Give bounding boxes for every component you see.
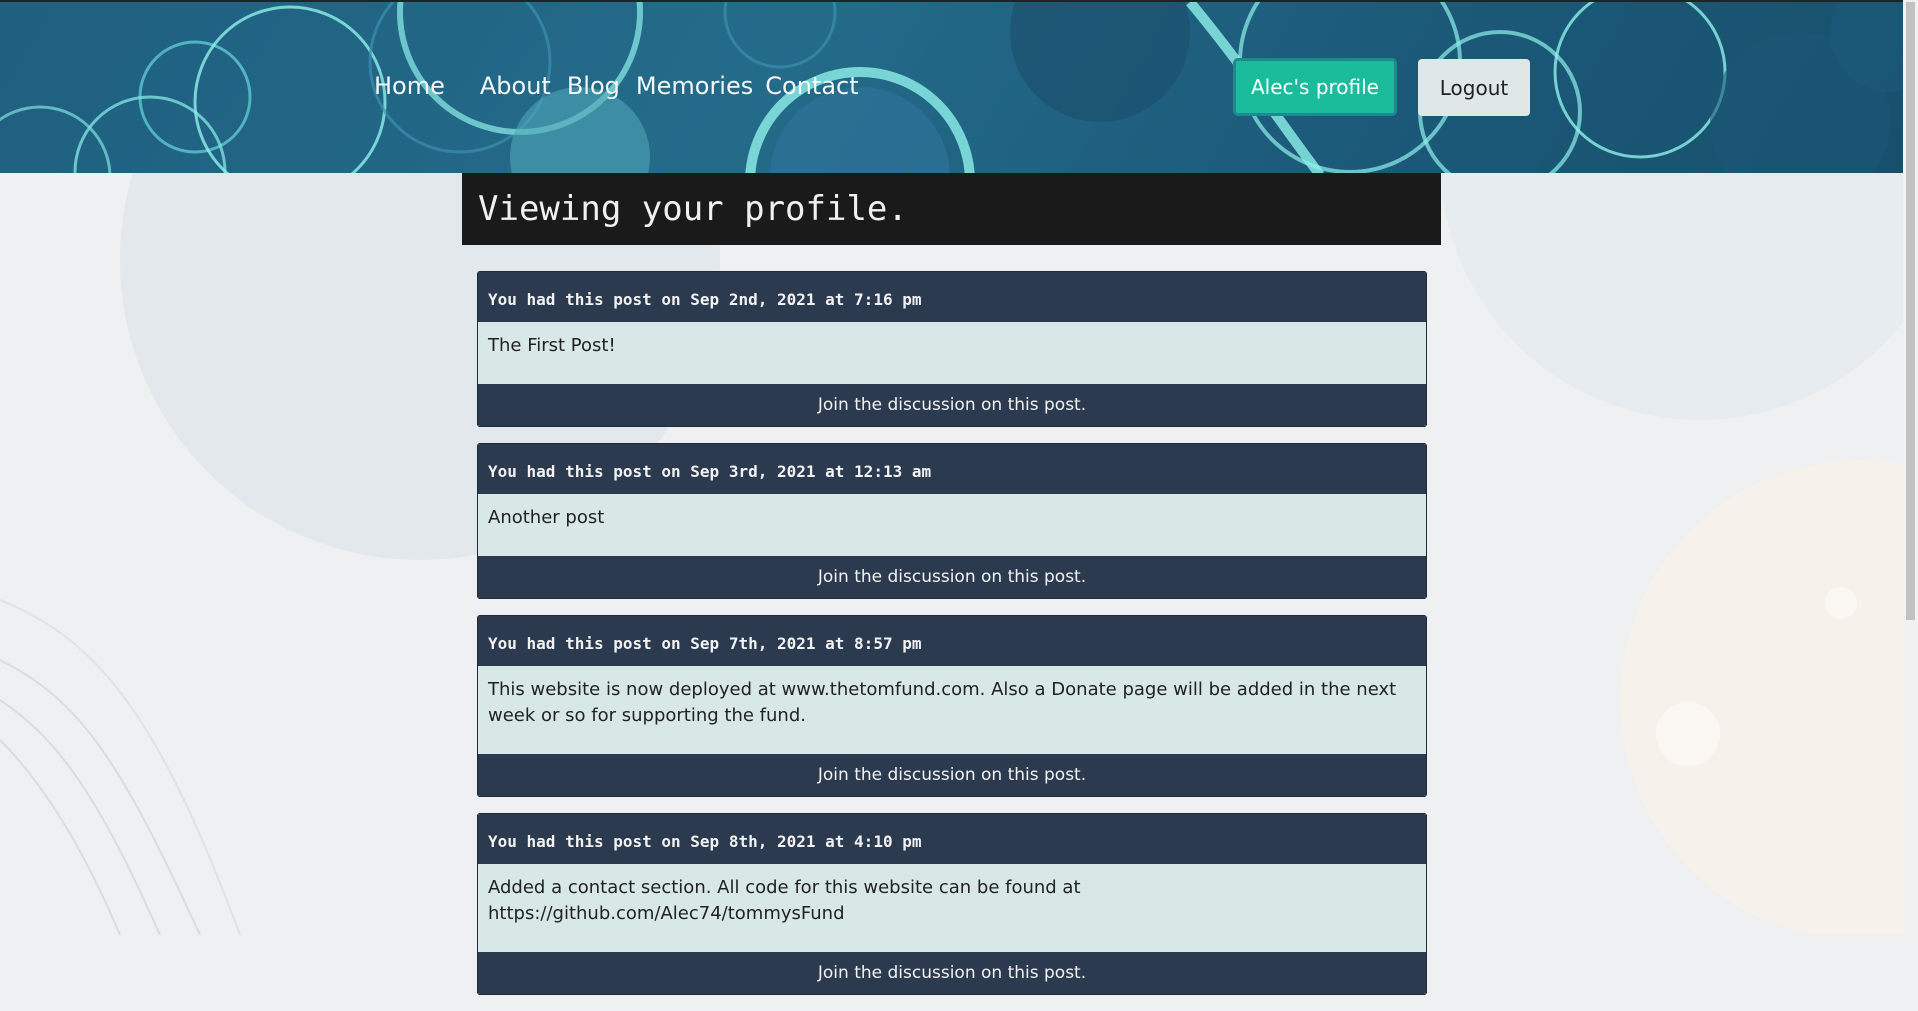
post-body: This website is now deployed at www.thet… (478, 666, 1426, 754)
nav-home-link[interactable]: Home (374, 72, 445, 100)
join-discussion-link[interactable]: Join the discussion on this post. (478, 754, 1426, 796)
post-header: You had this post on Sep 2nd, 2021 at 7:… (478, 272, 1426, 322)
page-scrollbar[interactable] (1903, 0, 1918, 935)
post-header: You had this post on Sep 7th, 2021 at 8:… (478, 616, 1426, 666)
post-card: You had this post on Sep 8th, 2021 at 4:… (477, 813, 1427, 995)
page-title: Viewing your profile. (462, 173, 1441, 245)
nav-contact-link[interactable]: Contact (765, 72, 858, 100)
post-card: You had this post on Sep 3rd, 2021 at 12… (477, 443, 1427, 599)
site-header: Home About Blog Memories Contact (0, 0, 1903, 173)
nav-blog-link[interactable]: Blog (567, 72, 620, 100)
post-body: Another post (478, 494, 1426, 556)
join-discussion-link[interactable]: Join the discussion on this post. (478, 952, 1426, 994)
main-nav: Home About Blog Memories Contact (374, 72, 859, 100)
post-header: You had this post on Sep 8th, 2021 at 4:… (478, 814, 1426, 864)
logout-button[interactable]: Logout (1418, 59, 1530, 116)
post-body: Added a contact section. All code for th… (478, 864, 1426, 952)
posts-list: You had this post on Sep 2nd, 2021 at 7:… (477, 271, 1427, 1011)
join-discussion-link[interactable]: Join the discussion on this post. (478, 384, 1426, 426)
nav-memories-link[interactable]: Memories (636, 72, 753, 100)
scrollbar-thumb[interactable] (1906, 2, 1915, 620)
nav-about-link[interactable]: About (480, 72, 551, 100)
post-card: You had this post on Sep 7th, 2021 at 8:… (477, 615, 1427, 797)
join-discussion-link[interactable]: Join the discussion on this post. (478, 556, 1426, 598)
post-body: The First Post! (478, 322, 1426, 384)
profile-button[interactable]: Alec's profile (1233, 58, 1397, 116)
post-card: You had this post on Sep 2nd, 2021 at 7:… (477, 271, 1427, 427)
header-decoration (0, 2, 1903, 173)
post-header: You had this post on Sep 3rd, 2021 at 12… (478, 444, 1426, 494)
